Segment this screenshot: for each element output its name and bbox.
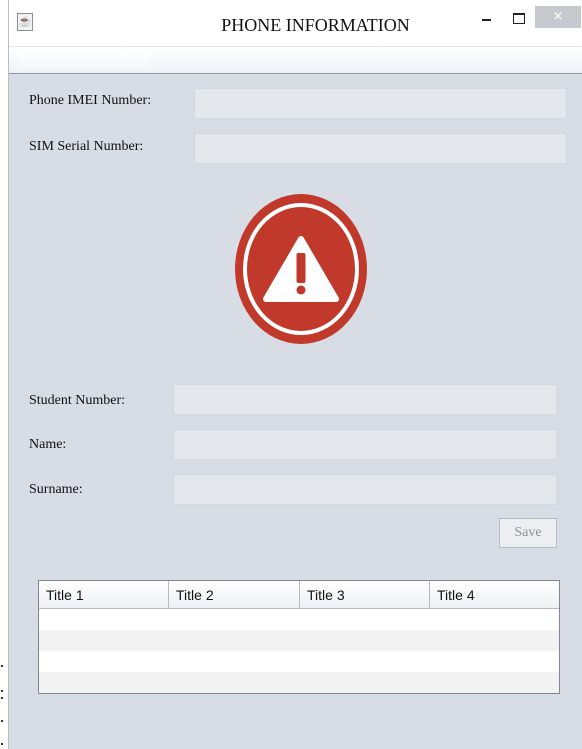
edge-mark	[1, 690, 3, 692]
title-bar: ☕ PHONE INFORMATION ×	[9, 0, 582, 46]
maximize-button[interactable]	[505, 8, 531, 30]
data-table[interactable]: Title 1 Title 2 Title 3 Title 4	[38, 580, 560, 694]
sim-label: SIM Serial Number:	[29, 139, 144, 154]
table-row[interactable]	[39, 651, 559, 672]
edge-mark	[1, 697, 3, 699]
edge-mark	[1, 743, 3, 745]
student-number-label: Student Number:	[29, 393, 126, 408]
minimize-button[interactable]	[473, 8, 499, 30]
surname-label: Surname:	[29, 482, 83, 497]
app-window: ☕ PHONE INFORMATION × Phone IMEI Number:…	[8, 0, 582, 749]
column-header-title-2[interactable]: Title 2	[169, 581, 300, 609]
name-label: Name:	[29, 437, 67, 452]
table-header: Title 1 Title 2 Title 3 Title 4	[39, 581, 559, 609]
close-button[interactable]: ×	[535, 6, 581, 28]
edge-mark	[1, 720, 3, 722]
student-number-input[interactable]	[173, 384, 557, 415]
save-button[interactable]: Save	[499, 518, 557, 548]
column-header-title-4[interactable]: Title 4	[430, 581, 559, 609]
column-header-title-3[interactable]: Title 3	[300, 581, 430, 609]
imei-label: Phone IMEI Number:	[29, 93, 152, 108]
warning-icon	[235, 194, 367, 344]
table-row[interactable]	[39, 672, 559, 693]
sim-input[interactable]	[194, 133, 567, 164]
table-row[interactable]	[39, 630, 559, 651]
name-input[interactable]	[173, 429, 557, 460]
edge-mark	[1, 665, 3, 667]
menu-bar	[9, 46, 582, 74]
column-header-title-1[interactable]: Title 1	[39, 581, 169, 609]
table-row[interactable]	[39, 609, 559, 630]
imei-input[interactable]	[194, 88, 567, 119]
surname-input[interactable]	[173, 474, 557, 505]
menu-bar-item[interactable]	[19, 51, 149, 69]
